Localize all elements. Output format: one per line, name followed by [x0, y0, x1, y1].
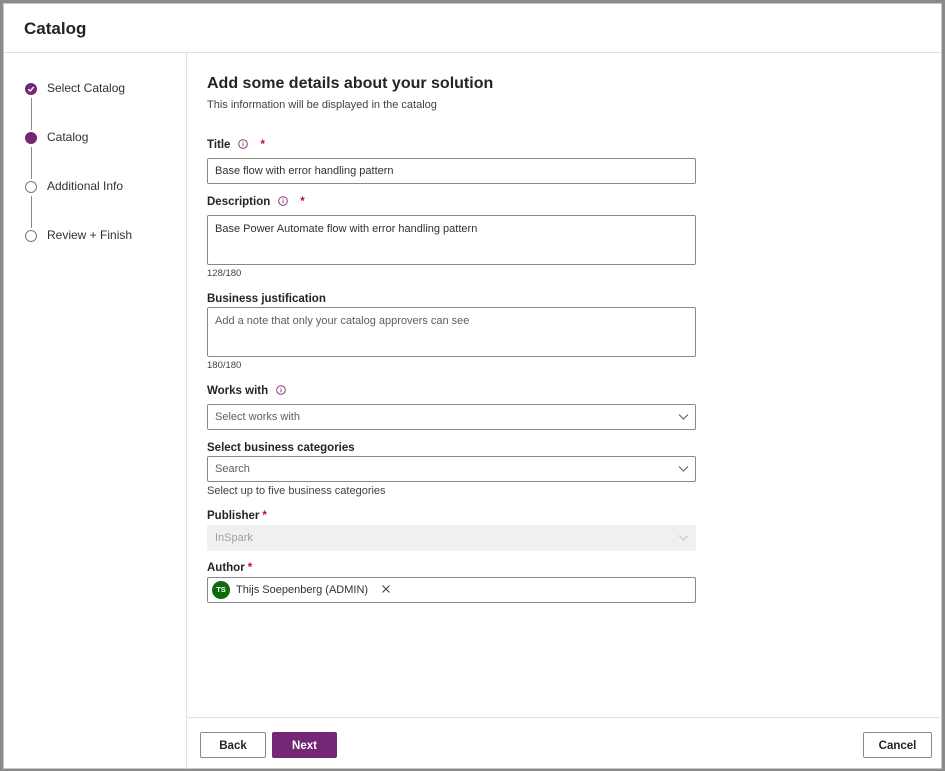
dialog-title: Catalog: [24, 19, 87, 38]
title-input[interactable]: Base flow with error handling pattern: [207, 158, 696, 184]
business-categories-placeholder: Search: [215, 463, 250, 475]
back-button[interactable]: Back: [200, 732, 266, 758]
description-textarea[interactable]: Base Power Automate flow with error hand…: [207, 215, 696, 265]
avatar: TS: [212, 581, 230, 599]
cancel-button[interactable]: Cancel: [863, 732, 932, 758]
works-with-label-text: Works with: [207, 385, 269, 397]
title-label: Title *: [207, 139, 265, 151]
business-justification-char-counter: 180/180: [207, 360, 242, 371]
description-char-counter: 128/180: [207, 268, 242, 279]
business-categories-hint: Select up to five business categories: [207, 485, 386, 497]
required-mark: *: [300, 196, 305, 208]
author-name: Thijs Soepenberg (ADMIN): [236, 584, 369, 596]
catalog-dialog: Catalog Select Catalog Catalog Additiona…: [3, 3, 942, 769]
info-icon[interactable]: [276, 385, 286, 395]
title-label-text: Title: [207, 139, 231, 151]
works-with-label: Works with: [207, 385, 286, 397]
step-connector: [31, 147, 32, 179]
chevron-down-icon: [678, 414, 689, 420]
title-input-value: Base flow with error handling pattern: [215, 165, 394, 177]
step-label: Select Catalog: [47, 81, 126, 95]
description-label-text: Description: [207, 196, 271, 208]
pending-step-icon: [25, 181, 37, 193]
description-label: Description *: [207, 196, 305, 208]
chevron-down-icon: [678, 535, 689, 541]
next-button[interactable]: Next: [272, 732, 337, 758]
publisher-value: InSpark: [215, 532, 253, 544]
business-categories-combobox[interactable]: Search: [207, 456, 696, 482]
step-connector: [31, 196, 32, 228]
close-icon[interactable]: [381, 584, 391, 594]
dialog-header: Catalog: [4, 4, 941, 53]
form-panel: Add some details about your solution Thi…: [187, 53, 942, 718]
required-mark: *: [260, 139, 265, 151]
info-icon[interactable]: [278, 196, 289, 206]
current-step-icon: [25, 132, 37, 144]
required-mark: *: [247, 562, 253, 574]
publisher-label: Publisher *: [207, 510, 267, 522]
author-label: Author *: [207, 562, 252, 574]
business-justification-textarea[interactable]: Add a note that only your catalog approv…: [207, 307, 696, 357]
pending-step-icon: [25, 230, 37, 242]
form-subheading: This information will be displayed in th…: [207, 99, 437, 111]
step-connector: [31, 98, 32, 130]
works-with-placeholder: Select works with: [215, 411, 300, 423]
business-justification-placeholder: Add a note that only your catalog approv…: [215, 315, 470, 327]
step-label: Review + Finish: [47, 228, 133, 242]
description-value: Base Power Automate flow with error hand…: [215, 223, 478, 235]
business-justification-label: Business justification: [207, 293, 326, 305]
works-with-dropdown[interactable]: Select works with: [207, 404, 696, 430]
step-label: Additional Info: [47, 179, 124, 193]
wizard-stepper: Select Catalog Catalog Additional Info R…: [4, 53, 187, 769]
chevron-down-icon: [678, 466, 689, 472]
required-mark: *: [262, 510, 267, 522]
step-label: Catalog: [47, 130, 89, 144]
publisher-label-text: Publisher: [207, 510, 260, 522]
publisher-dropdown: InSpark: [207, 525, 696, 551]
author-label-text: Author: [207, 562, 245, 574]
info-icon[interactable]: [238, 139, 249, 149]
checkmark-icon: [25, 83, 37, 95]
form-heading: Add some details about your solution: [207, 75, 494, 92]
business-categories-label: Select business categories: [207, 442, 355, 454]
author-people-picker[interactable]: TS Thijs Soepenberg (ADMIN): [207, 577, 696, 603]
dialog-footer: Back Next Cancel: [187, 717, 942, 769]
